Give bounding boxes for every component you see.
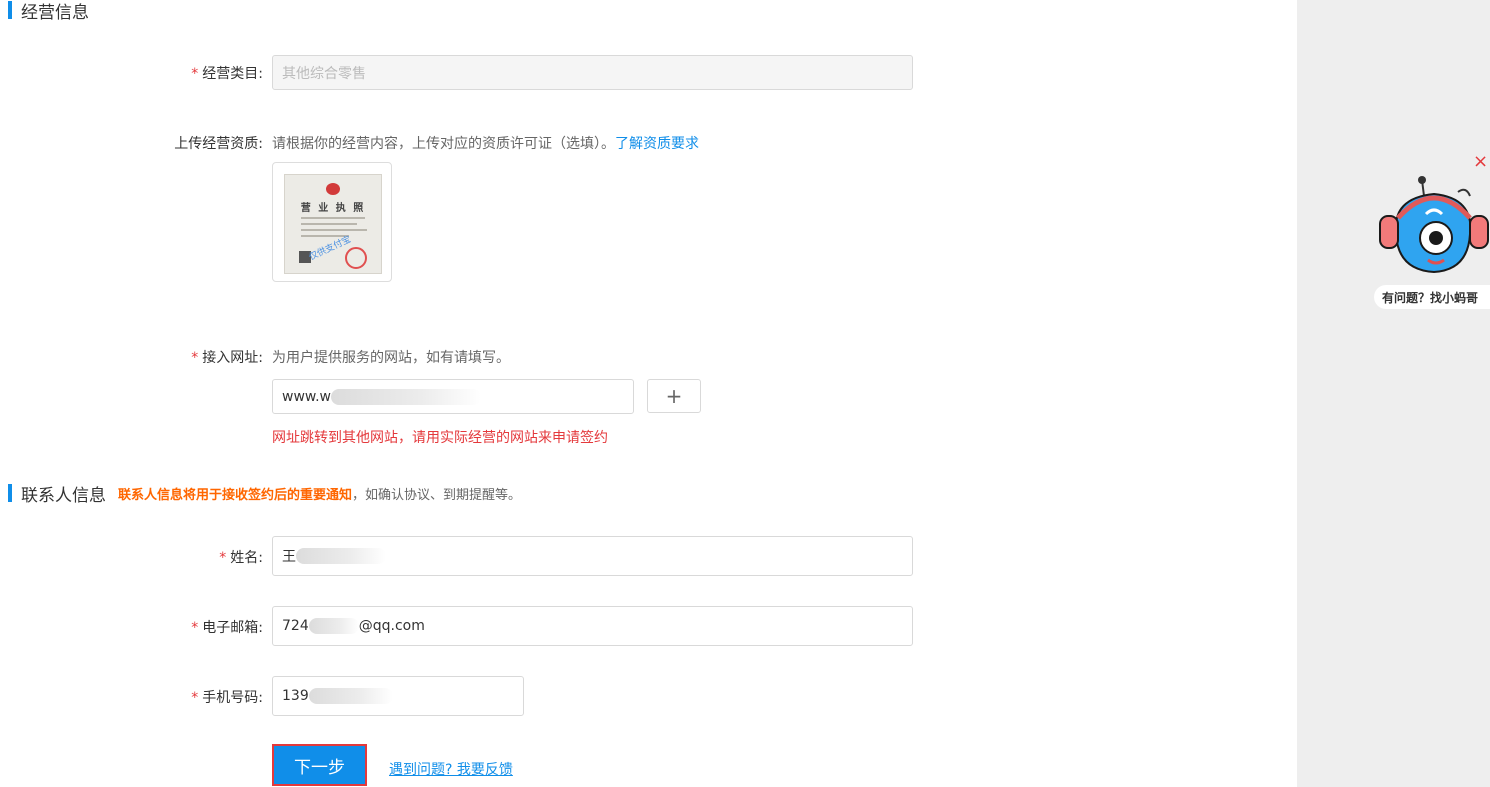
category-value: 其他综合零售 xyxy=(282,65,366,82)
close-icon[interactable]: × xyxy=(1473,151,1488,172)
qualification-hint: 请根据你的经营内容，上传对应的资质许可证（选填）。了解资质要求 xyxy=(272,136,699,152)
name-label: * 姓名: xyxy=(219,550,263,566)
required-mark: * xyxy=(219,550,227,566)
redacted-text xyxy=(308,688,393,704)
license-title: 营 业 执 照 xyxy=(300,203,366,214)
phone-label: * 手机号码: xyxy=(191,690,263,706)
license-thumbnail[interactable]: 营 业 执 照 仅供支付宝 xyxy=(272,162,392,282)
contact-section-title: 联系人信息 联系人信息将用于接收签约后的重要通知 ，如确认协议、到期提醒等。 xyxy=(8,482,522,506)
name-input[interactable]: 王 xyxy=(272,536,913,576)
redacted-text xyxy=(308,618,359,634)
website-label: * 接入网址: xyxy=(191,350,263,366)
section-title-text: 联系人信息 xyxy=(21,485,106,506)
emblem-icon xyxy=(326,183,340,195)
section-accent-bar xyxy=(8,484,12,502)
doc-line xyxy=(301,223,357,225)
required-mark: * xyxy=(191,620,199,636)
doc-line xyxy=(301,229,367,231)
robot-assistant-icon[interactable] xyxy=(1376,174,1490,284)
email-label: * 电子邮箱: xyxy=(191,620,263,636)
category-label: * 经营类目: xyxy=(191,66,263,82)
contact-notice-rest: ，如确认协议、到期提醒等。 xyxy=(352,487,522,503)
qualification-requirements-link[interactable]: 了解资质要求 xyxy=(615,136,699,152)
section-title-text: 经营信息 xyxy=(21,2,89,23)
website-error: 网址跳转到其他网站，请用实际经营的网站来申请签约 xyxy=(272,430,608,446)
license-image: 营 业 执 照 仅供支付宝 xyxy=(284,174,382,274)
section-accent-bar xyxy=(8,1,12,19)
business-section-title: 经营信息 xyxy=(8,0,89,23)
required-mark: * xyxy=(191,690,199,706)
contact-notice-strong: 联系人信息将用于接收签约后的重要通知 xyxy=(118,487,353,503)
add-website-button[interactable]: + xyxy=(647,379,701,413)
feedback-link[interactable]: 遇到问题? 我要反馈 xyxy=(389,759,513,779)
category-field: 其他综合零售 xyxy=(272,55,913,90)
website-hint: 为用户提供服务的网站，如有请填写。 xyxy=(272,350,510,366)
redacted-text xyxy=(296,548,386,564)
email-input[interactable]: 724 @qq.com xyxy=(272,606,913,646)
website-input[interactable]: www.w xyxy=(272,379,634,414)
required-mark: * xyxy=(191,350,199,366)
qualification-label: 上传经营资质: xyxy=(174,136,263,152)
stamp-icon xyxy=(345,247,367,269)
side-panel xyxy=(1297,0,1490,787)
phone-input[interactable]: 139 xyxy=(272,676,524,716)
required-mark: * xyxy=(191,66,199,82)
doc-line xyxy=(301,217,365,219)
next-step-button[interactable]: 下一步 xyxy=(272,744,367,786)
assistant-label[interactable]: 有问题？找小蚂哥 xyxy=(1374,285,1490,309)
redacted-text xyxy=(330,388,481,405)
